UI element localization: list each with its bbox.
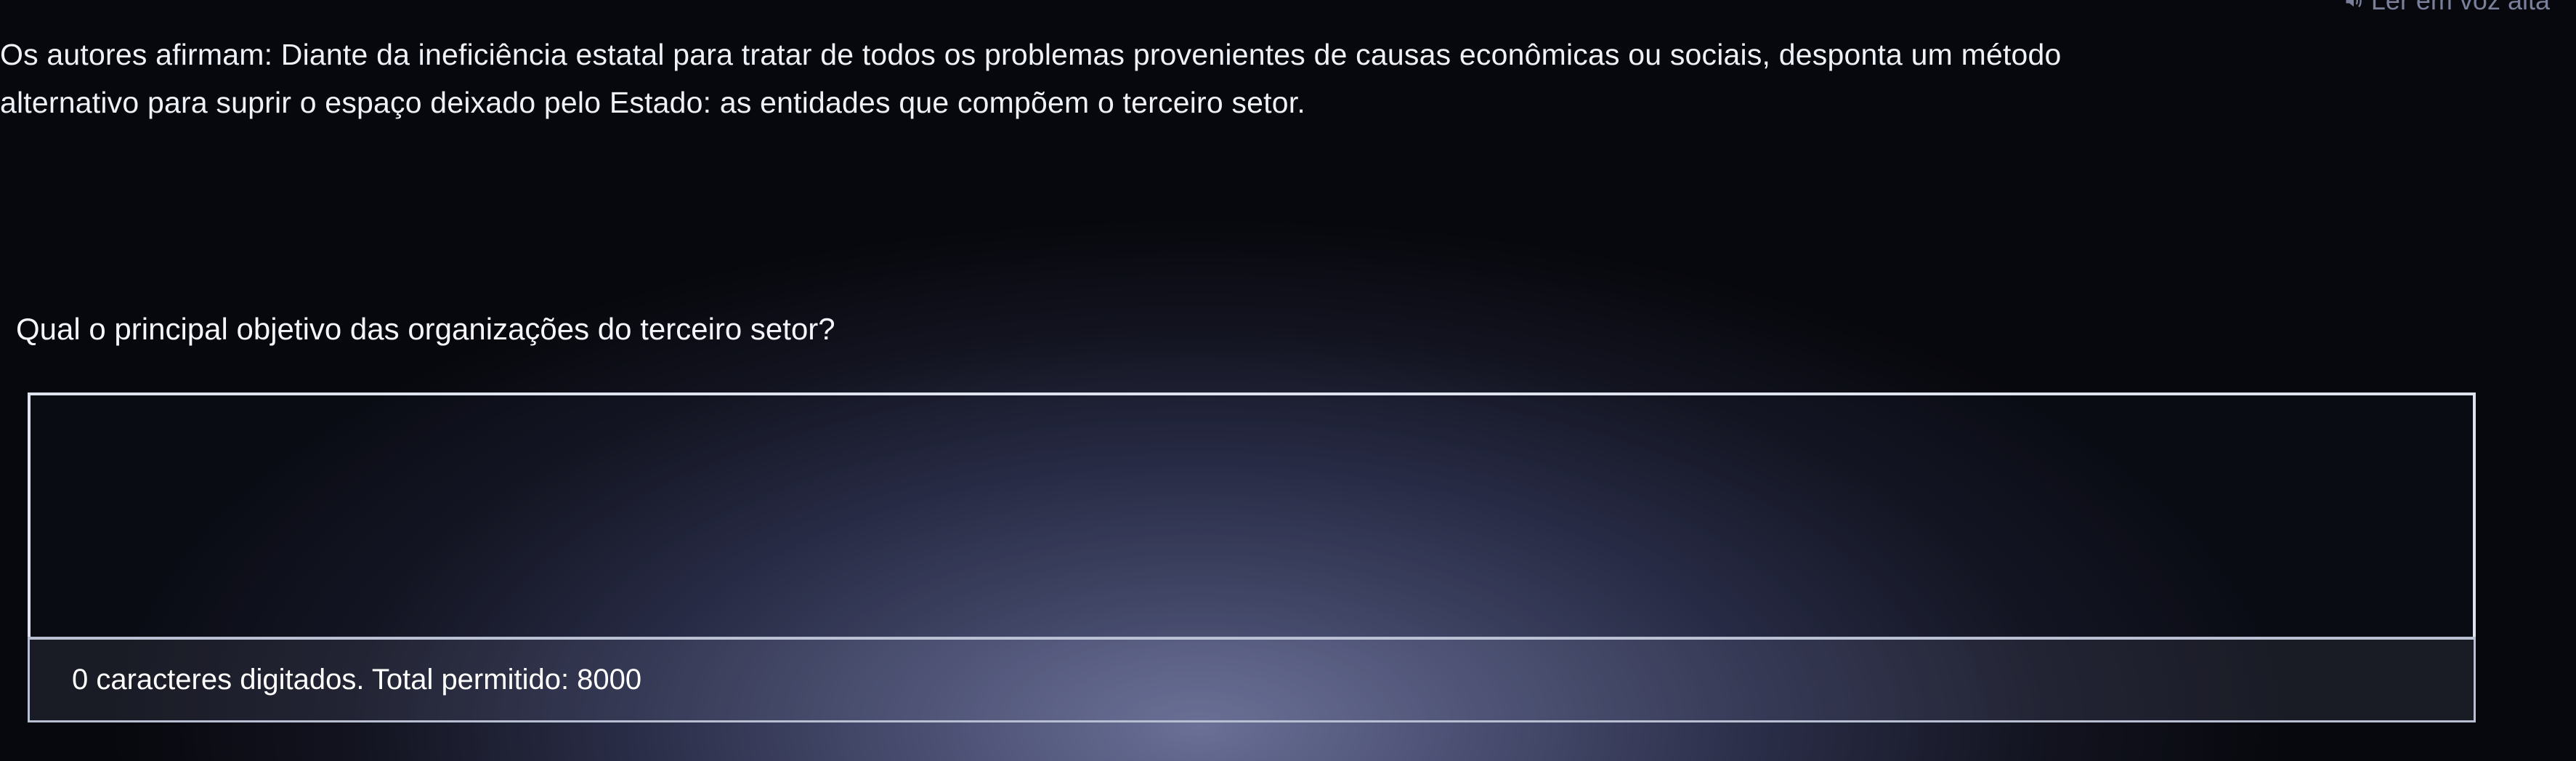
question-context: Os autores afirmam: Diante da ineficiênc… <box>0 31 2557 126</box>
read-aloud-button[interactable]: Ler em voz alta <box>2344 0 2550 15</box>
answer-box <box>28 392 2476 640</box>
read-aloud-label: Ler em voz alta <box>2370 0 2550 15</box>
character-counter: 0 caracteres digitados. Total permitido:… <box>28 637 2476 722</box>
context-line-2: alternativo para suprir o espaço deixado… <box>0 86 1305 119</box>
question-prompt: Qual o principal objetivo das organizaçõ… <box>16 312 835 346</box>
speaker-icon <box>2346 0 2362 8</box>
context-line-1: Os autores afirmam: Diante da ineficiênc… <box>0 38 2062 71</box>
answer-textarea[interactable] <box>31 395 2473 637</box>
character-counter-text: 0 caracteres digitados. Total permitido:… <box>72 663 642 696</box>
